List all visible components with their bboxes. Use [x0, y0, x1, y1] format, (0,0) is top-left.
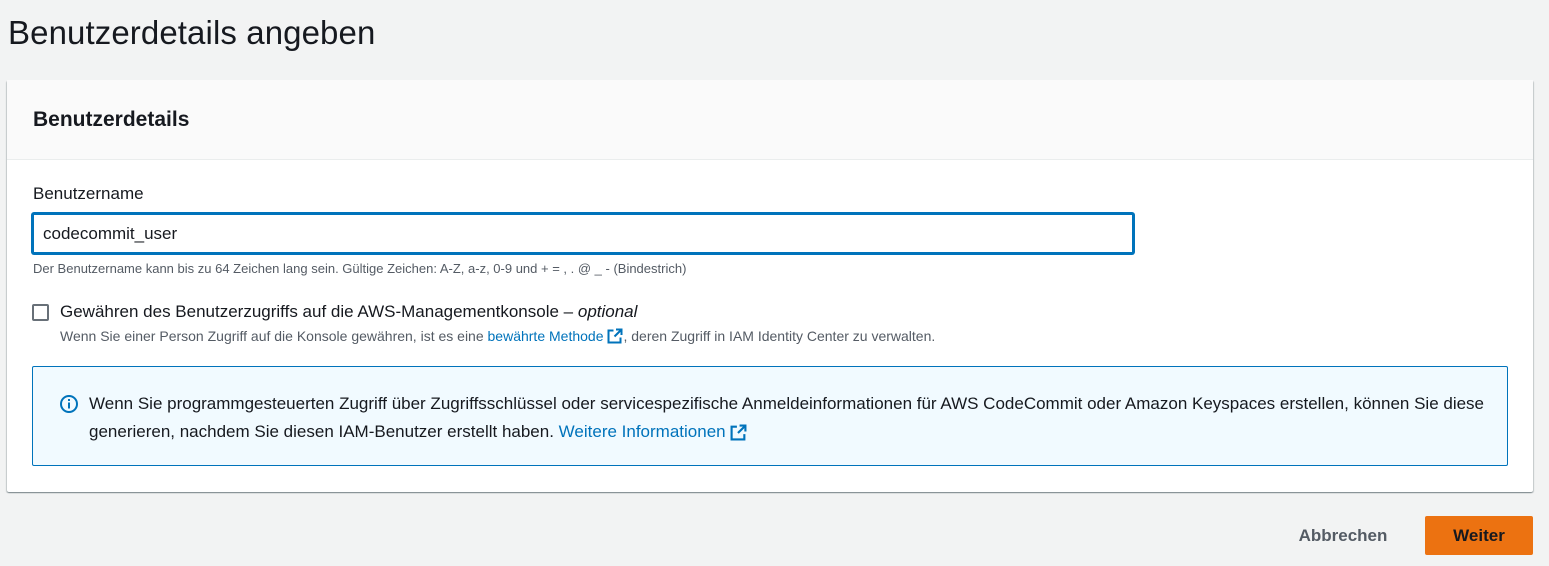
- cancel-button[interactable]: Abbrechen: [1280, 517, 1406, 555]
- console-access-description: Wenn Sie einer Person Zugriff auf die Ko…: [60, 328, 935, 344]
- info-alert-message: Wenn Sie programmgesteuerten Zugriff übe…: [89, 394, 1485, 441]
- section-heading: Benutzerdetails: [33, 107, 190, 131]
- console-access-checkbox[interactable]: [32, 304, 49, 321]
- console-access-label-text: Gewähren des Benutzerzugriffs auf die AW…: [60, 302, 578, 321]
- info-icon: [60, 395, 78, 413]
- info-alert: Wenn Sie programmgesteuerten Zugriff übe…: [32, 366, 1508, 466]
- external-link-icon[interactable]: [730, 424, 747, 441]
- console-desc-prefix: Wenn Sie einer Person Zugriff auf die Ko…: [60, 328, 488, 344]
- external-link-icon[interactable]: [607, 328, 623, 344]
- next-button[interactable]: Weiter: [1425, 516, 1533, 555]
- container-header: Benutzerdetails: [7, 80, 1533, 160]
- optional-label: optional: [577, 302, 638, 321]
- info-alert-text: Wenn Sie programmgesteuerten Zugriff übe…: [89, 390, 1489, 446]
- username-input[interactable]: [32, 213, 1134, 254]
- page-title: Benutzerdetails angeben: [8, 14, 376, 51]
- console-access-label[interactable]: Gewähren des Benutzerzugriffs auf die AW…: [60, 302, 637, 322]
- best-practice-link[interactable]: bewährte Methode: [488, 328, 604, 344]
- username-label: Benutzername: [33, 184, 144, 203]
- more-info-link[interactable]: Weitere Informationen: [559, 422, 726, 441]
- user-details-container: Benutzerdetails Benutzername Der Benutze…: [7, 80, 1533, 492]
- username-constraint-text: Der Benutzername kann bis zu 64 Zeichen …: [33, 261, 687, 276]
- console-desc-suffix: , deren Zugriff in IAM Identity Center z…: [623, 328, 936, 344]
